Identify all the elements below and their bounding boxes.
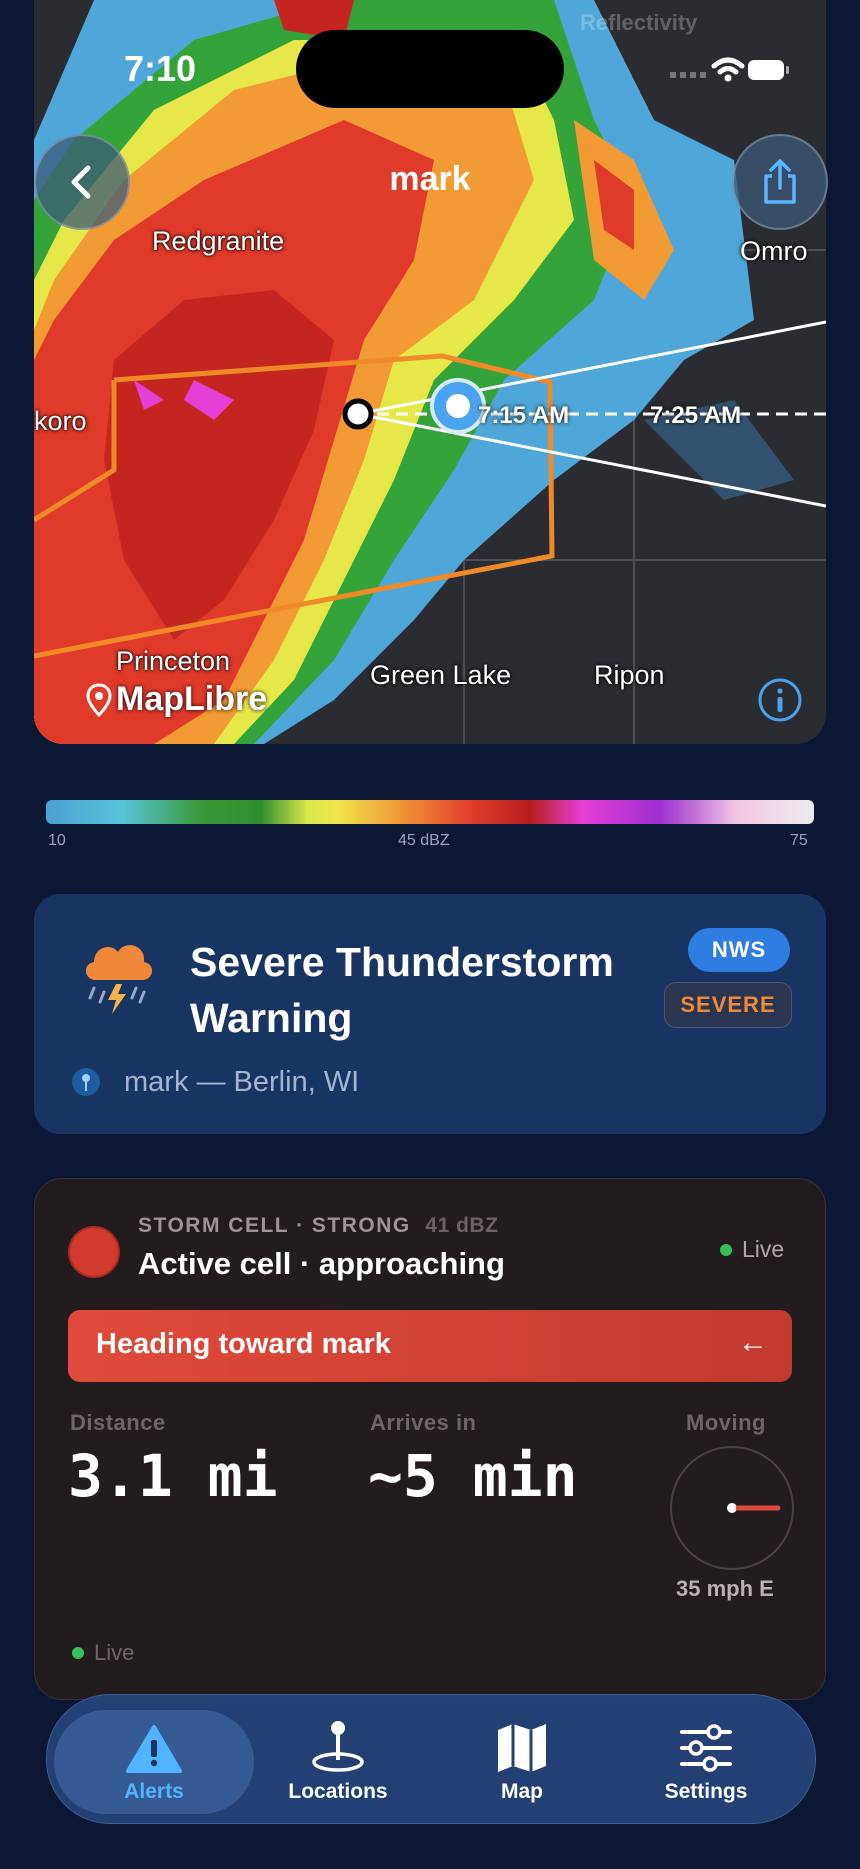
scale-mid-label: 45 dBZ	[398, 832, 450, 849]
live-indicator-bottom: Live	[72, 1640, 134, 1666]
tab-label: Alerts	[124, 1780, 184, 1803]
live-dot	[720, 1243, 732, 1256]
storm-cell-kicker: STORM CELL · STRONG 41 dBZ	[138, 1214, 498, 1238]
thunderstorm-icon	[85, 945, 153, 1014]
storm-cell-headline: Active cell · approaching	[138, 1246, 505, 1281]
tab-locations[interactable]: Locations	[238, 1710, 438, 1814]
location-pin-icon	[72, 1068, 100, 1096]
maplibre-logo-icon	[86, 682, 112, 717]
map-icon	[498, 1724, 546, 1772]
live-label: Live	[742, 1236, 785, 1262]
page-title: mark	[389, 160, 471, 198]
tab-label: Settings	[664, 1780, 748, 1803]
maplibre-label: MapLibre	[116, 680, 268, 718]
distance-value: 3.1 mi	[68, 1442, 278, 1510]
moving-label: Moving	[686, 1410, 766, 1435]
dynamic-island	[296, 30, 564, 108]
storm-cell-type: STORM CELL · STRONG	[138, 1214, 411, 1237]
cellular-icon	[670, 72, 706, 78]
battery-icon	[748, 60, 789, 80]
warning-icon	[126, 1725, 182, 1773]
storm-cell-dbz: 41 dBZ	[425, 1214, 499, 1237]
direction-arrow-icon	[727, 1503, 781, 1513]
severity-badge: SEVERE	[664, 982, 792, 1028]
track-time-label: 7:15 AM	[478, 402, 570, 429]
scale-max-label: 75	[790, 832, 808, 849]
sliders-icon	[680, 1724, 732, 1772]
share-button[interactable]	[732, 134, 828, 230]
arrives-value: ~5 min	[368, 1442, 578, 1510]
scale-min-label: 10	[48, 832, 66, 849]
place-label: Princeton	[116, 646, 231, 676]
tab-settings[interactable]: Settings	[606, 1710, 806, 1814]
place-label: Omro	[740, 236, 808, 266]
place-label: Green Lake	[370, 660, 512, 690]
status-time: 7:10	[124, 48, 197, 89]
distance-label: Distance	[70, 1410, 166, 1435]
tab-alerts[interactable]: Alerts	[54, 1710, 254, 1814]
tab-label: Locations	[288, 1780, 388, 1803]
wifi-icon	[711, 57, 745, 75]
location-pin-icon	[312, 1721, 364, 1772]
status-bar: 7:10	[0, 0, 860, 110]
system-icons	[670, 52, 790, 93]
place-label: Redgranite	[152, 226, 285, 256]
reflectivity-scale	[46, 800, 814, 824]
live-indicator: Live	[720, 1236, 784, 1263]
tab-map[interactable]: Map	[422, 1710, 622, 1814]
radar-map[interactable]: Redgranite Omro koro Princeton Green Lak…	[34, 0, 826, 744]
arrow-left-icon: ←	[738, 1326, 768, 1359]
share-icon	[764, 159, 796, 204]
source-badge: NWS	[688, 928, 790, 972]
place-label: koro	[34, 406, 87, 436]
info-icon	[758, 678, 802, 722]
maplibre-attribution[interactable]: MapLibre	[86, 680, 267, 719]
live-dot	[72, 1647, 84, 1659]
tab-label: Map	[501, 1780, 543, 1803]
track-time-label: 7:25 AM	[650, 402, 742, 429]
arrives-label: Arrives in	[370, 1410, 477, 1435]
radar-overlay	[34, 0, 826, 744]
warning-location: mark — Berlin, WI	[124, 1066, 360, 1098]
place-label: Ripon	[594, 660, 665, 690]
moving-speed: 35 mph E	[676, 1576, 774, 1601]
warning-title: Severe Thunderstorm Warning	[190, 939, 614, 1041]
storm-cell-status-dot	[68, 1226, 120, 1278]
live-label: Live	[94, 1640, 135, 1665]
heading-banner-text: Heading toward mark	[96, 1328, 391, 1360]
direction-compass	[670, 1446, 794, 1570]
map-info-button[interactable]	[756, 676, 804, 729]
